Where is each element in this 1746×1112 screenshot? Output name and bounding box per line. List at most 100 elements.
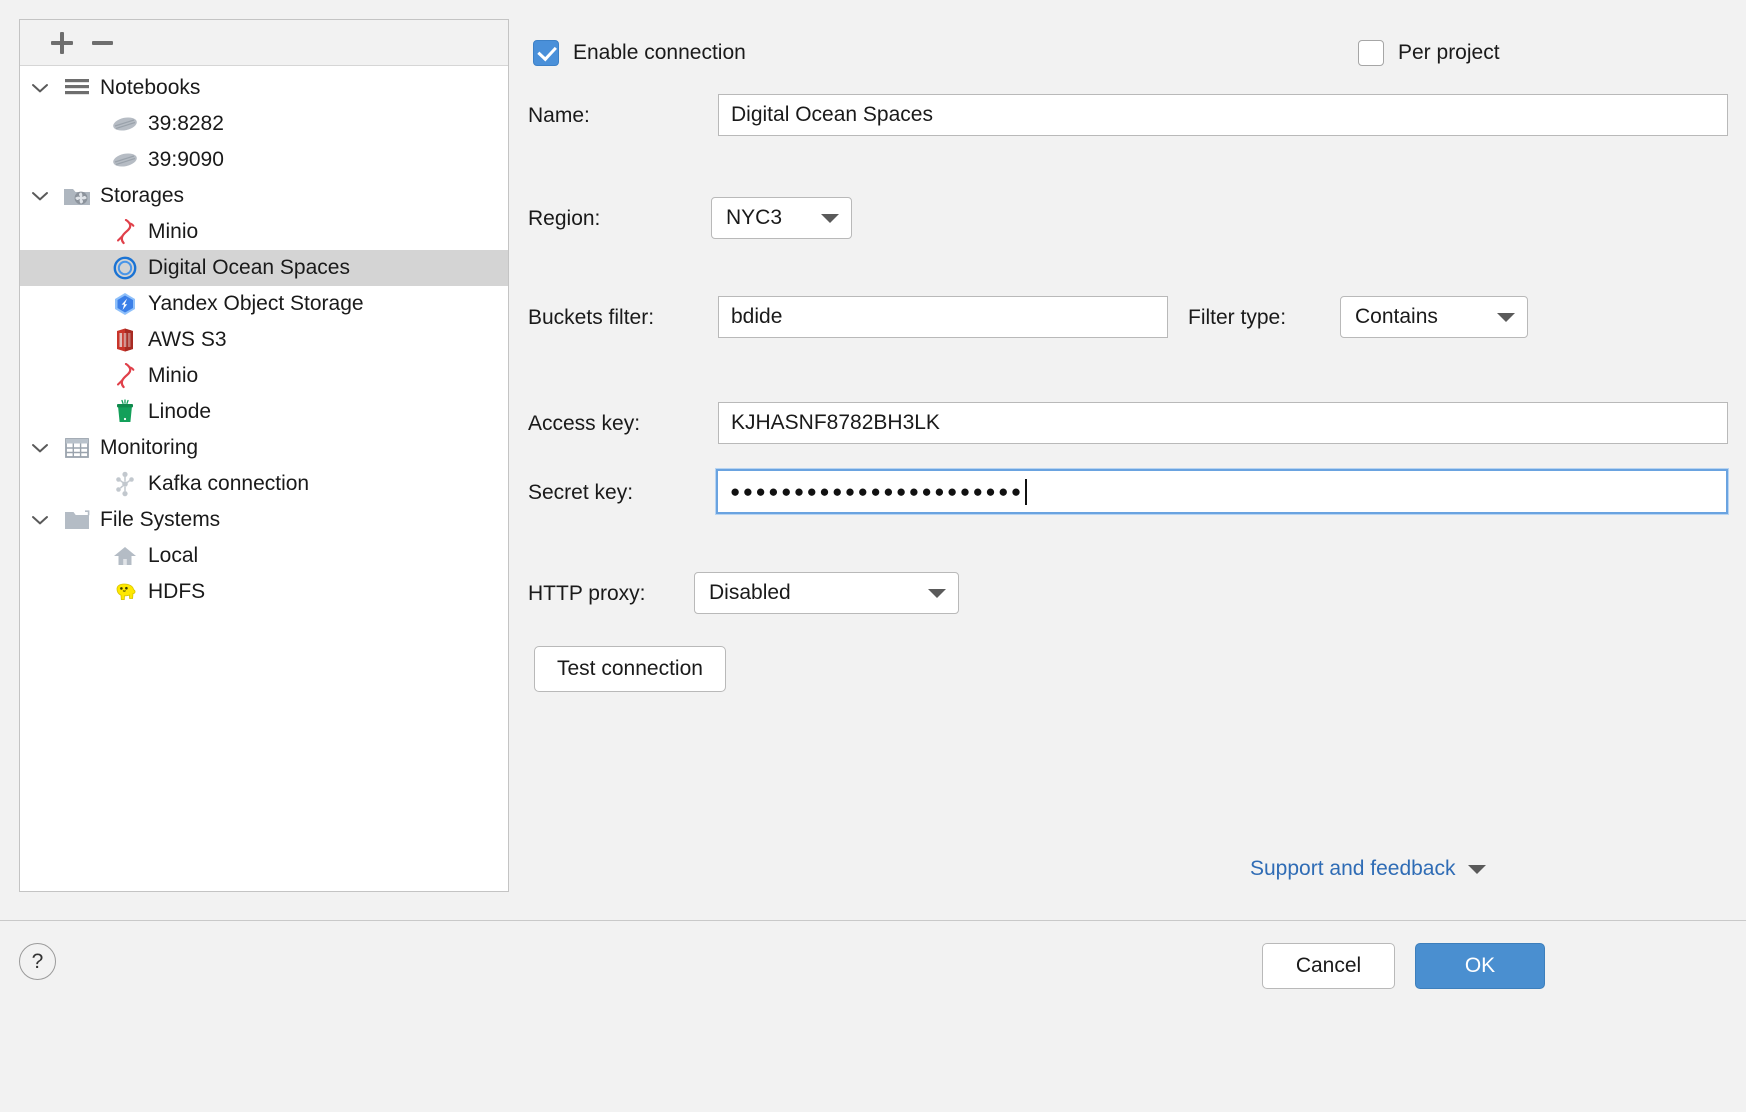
http-proxy-select[interactable]: Disabled	[694, 572, 959, 614]
monitoring-icon	[60, 435, 94, 461]
buckets-filter-value: bdide	[731, 305, 783, 328]
filter-type-value: Contains	[1355, 305, 1438, 328]
tree-item-storages[interactable]: Storages	[20, 178, 508, 214]
tree-item-file-systems[interactable]: File Systems	[20, 502, 508, 538]
plus-icon	[49, 30, 75, 56]
tree-item-hdfs[interactable]: HDFS	[20, 574, 508, 610]
hdfs-icon	[108, 579, 142, 605]
support-and-feedback-link[interactable]: Support and feedback	[1250, 857, 1486, 881]
tree-item-linode[interactable]: Linode	[20, 394, 508, 430]
tree-item-label: 39:8282	[148, 112, 224, 135]
http-proxy-value: Disabled	[709, 581, 791, 604]
region-label-wrap: Region:	[528, 207, 600, 231]
tree-item-minio[interactable]: Minio	[20, 214, 508, 250]
minio-icon	[108, 363, 142, 389]
tree-item-yandex-object-storage[interactable]: Yandex Object Storage	[20, 286, 508, 322]
region-label: Region:	[528, 207, 601, 230]
ok-button[interactable]: OK	[1415, 943, 1545, 989]
chevron-down-icon[interactable]	[20, 514, 60, 526]
secret-key-input[interactable]: ●●●●●●●●●●●●●●●●●●●●●●●	[716, 469, 1728, 514]
tree-item-label: Monitoring	[100, 436, 199, 459]
buckets-filter-input[interactable]: bdide	[718, 296, 1168, 338]
folder-icon	[60, 507, 94, 533]
per-project-row[interactable]: Per project	[1358, 40, 1500, 66]
tree-item-label: Storages	[100, 184, 185, 207]
footer-divider	[0, 920, 1746, 921]
tree-item-label: Kafka connection	[148, 472, 310, 495]
tree-item-label: HDFS	[148, 580, 206, 603]
per-project-checkbox[interactable]	[1358, 40, 1384, 66]
filter-type-select[interactable]: Contains	[1340, 296, 1528, 338]
chevron-down-icon	[928, 588, 946, 598]
tree-item-39-8282[interactable]: 39:8282	[20, 106, 508, 142]
secret-key-value: ●●●●●●●●●●●●●●●●●●●●●●●	[730, 481, 1024, 501]
test-connection-button[interactable]: Test connection	[534, 646, 726, 692]
filter-type-label-wrap: Filter type:	[1188, 306, 1286, 330]
tree-toolbar	[20, 20, 508, 66]
add-connection-button[interactable]	[42, 23, 82, 63]
connections-tree[interactable]: Notebooks 39:8282 39:9090 Storages Minio Digi…	[20, 66, 508, 891]
chevron-down-icon	[1467, 864, 1486, 874]
name-label-wrap: Name:	[528, 104, 590, 128]
remove-connection-button[interactable]	[82, 23, 122, 63]
http-proxy-label-wrap: HTTP proxy:	[528, 582, 645, 606]
chevron-down-icon[interactable]	[20, 190, 60, 202]
cancel-label: Cancel	[1295, 954, 1362, 977]
enable-connection-checkbox[interactable]	[533, 40, 559, 66]
digitalocean-icon	[108, 255, 142, 281]
name-input[interactable]: Digital Ocean Spaces	[718, 94, 1728, 136]
access-key-input[interactable]: KJHASNF8782BH3LK	[718, 402, 1728, 444]
yandex-icon	[108, 291, 142, 317]
name-input-value: Digital Ocean Spaces	[731, 103, 933, 126]
chevron-down-icon	[1497, 312, 1515, 322]
help-label: ?	[31, 949, 44, 973]
tree-item-digital-ocean-spaces[interactable]: Digital Ocean Spaces	[20, 250, 508, 286]
support-and-feedback-label: Support and feedback	[1250, 857, 1456, 880]
test-connection-label: Test connection	[557, 657, 703, 680]
kafka-icon	[108, 471, 142, 497]
enable-connection-row[interactable]: Enable connection	[533, 40, 746, 66]
tree-item-39-9090[interactable]: 39:9090	[20, 142, 508, 178]
tree-item-label: Minio	[148, 364, 199, 387]
tree-item-label: AWS S3	[148, 328, 227, 351]
tree-item-label: Local	[148, 544, 199, 567]
tree-item-local[interactable]: Local	[20, 538, 508, 574]
tree-item-label: File Systems	[100, 508, 221, 531]
notebooks-icon	[60, 75, 94, 101]
tree-item-label: Linode	[148, 400, 212, 423]
tree-item-minio[interactable]: Minio	[20, 358, 508, 394]
http-proxy-label: HTTP proxy:	[528, 582, 646, 605]
name-label: Name:	[528, 104, 590, 127]
notebook-icon	[108, 111, 142, 137]
connection-settings-form: Enable connection Per project Name: Digi…	[510, 0, 1746, 910]
filter-type-label: Filter type:	[1188, 306, 1287, 329]
tree-item-notebooks[interactable]: Notebooks	[20, 70, 508, 106]
notebook-icon	[108, 147, 142, 173]
access-key-label-wrap: Access key:	[528, 412, 640, 436]
cancel-button[interactable]: Cancel	[1262, 943, 1395, 989]
home-icon	[108, 543, 142, 569]
secret-key-label: Secret key:	[528, 481, 634, 504]
chevron-down-icon	[821, 213, 839, 223]
text-caret	[1024, 478, 1027, 505]
chevron-down-icon[interactable]	[20, 82, 60, 94]
ok-label: OK	[1464, 954, 1496, 977]
help-button[interactable]: ?	[19, 943, 56, 980]
tree-item-label: Yandex Object Storage	[148, 292, 364, 315]
buckets-filter-label-wrap: Buckets filter:	[528, 306, 654, 330]
aws-s3-icon	[108, 327, 142, 353]
minus-icon	[89, 30, 115, 56]
chevron-down-icon[interactable]	[20, 442, 60, 454]
tree-item-aws-s3[interactable]: AWS S3	[20, 322, 508, 358]
tree-item-label: 39:9090	[148, 148, 224, 171]
enable-connection-label: Enable connection	[573, 41, 746, 64]
access-key-label: Access key:	[528, 412, 641, 435]
storages-icon	[60, 183, 94, 209]
secret-key-label-wrap: Secret key:	[528, 481, 633, 505]
tree-item-label: Notebooks	[100, 76, 201, 99]
connections-tree-panel: Notebooks 39:8282 39:9090 Storages Minio Digi…	[19, 19, 509, 892]
region-value: NYC3	[726, 206, 783, 229]
tree-item-kafka-connection[interactable]: Kafka connection	[20, 466, 508, 502]
tree-item-monitoring[interactable]: Monitoring	[20, 430, 508, 466]
region-select[interactable]: NYC3	[711, 197, 852, 239]
